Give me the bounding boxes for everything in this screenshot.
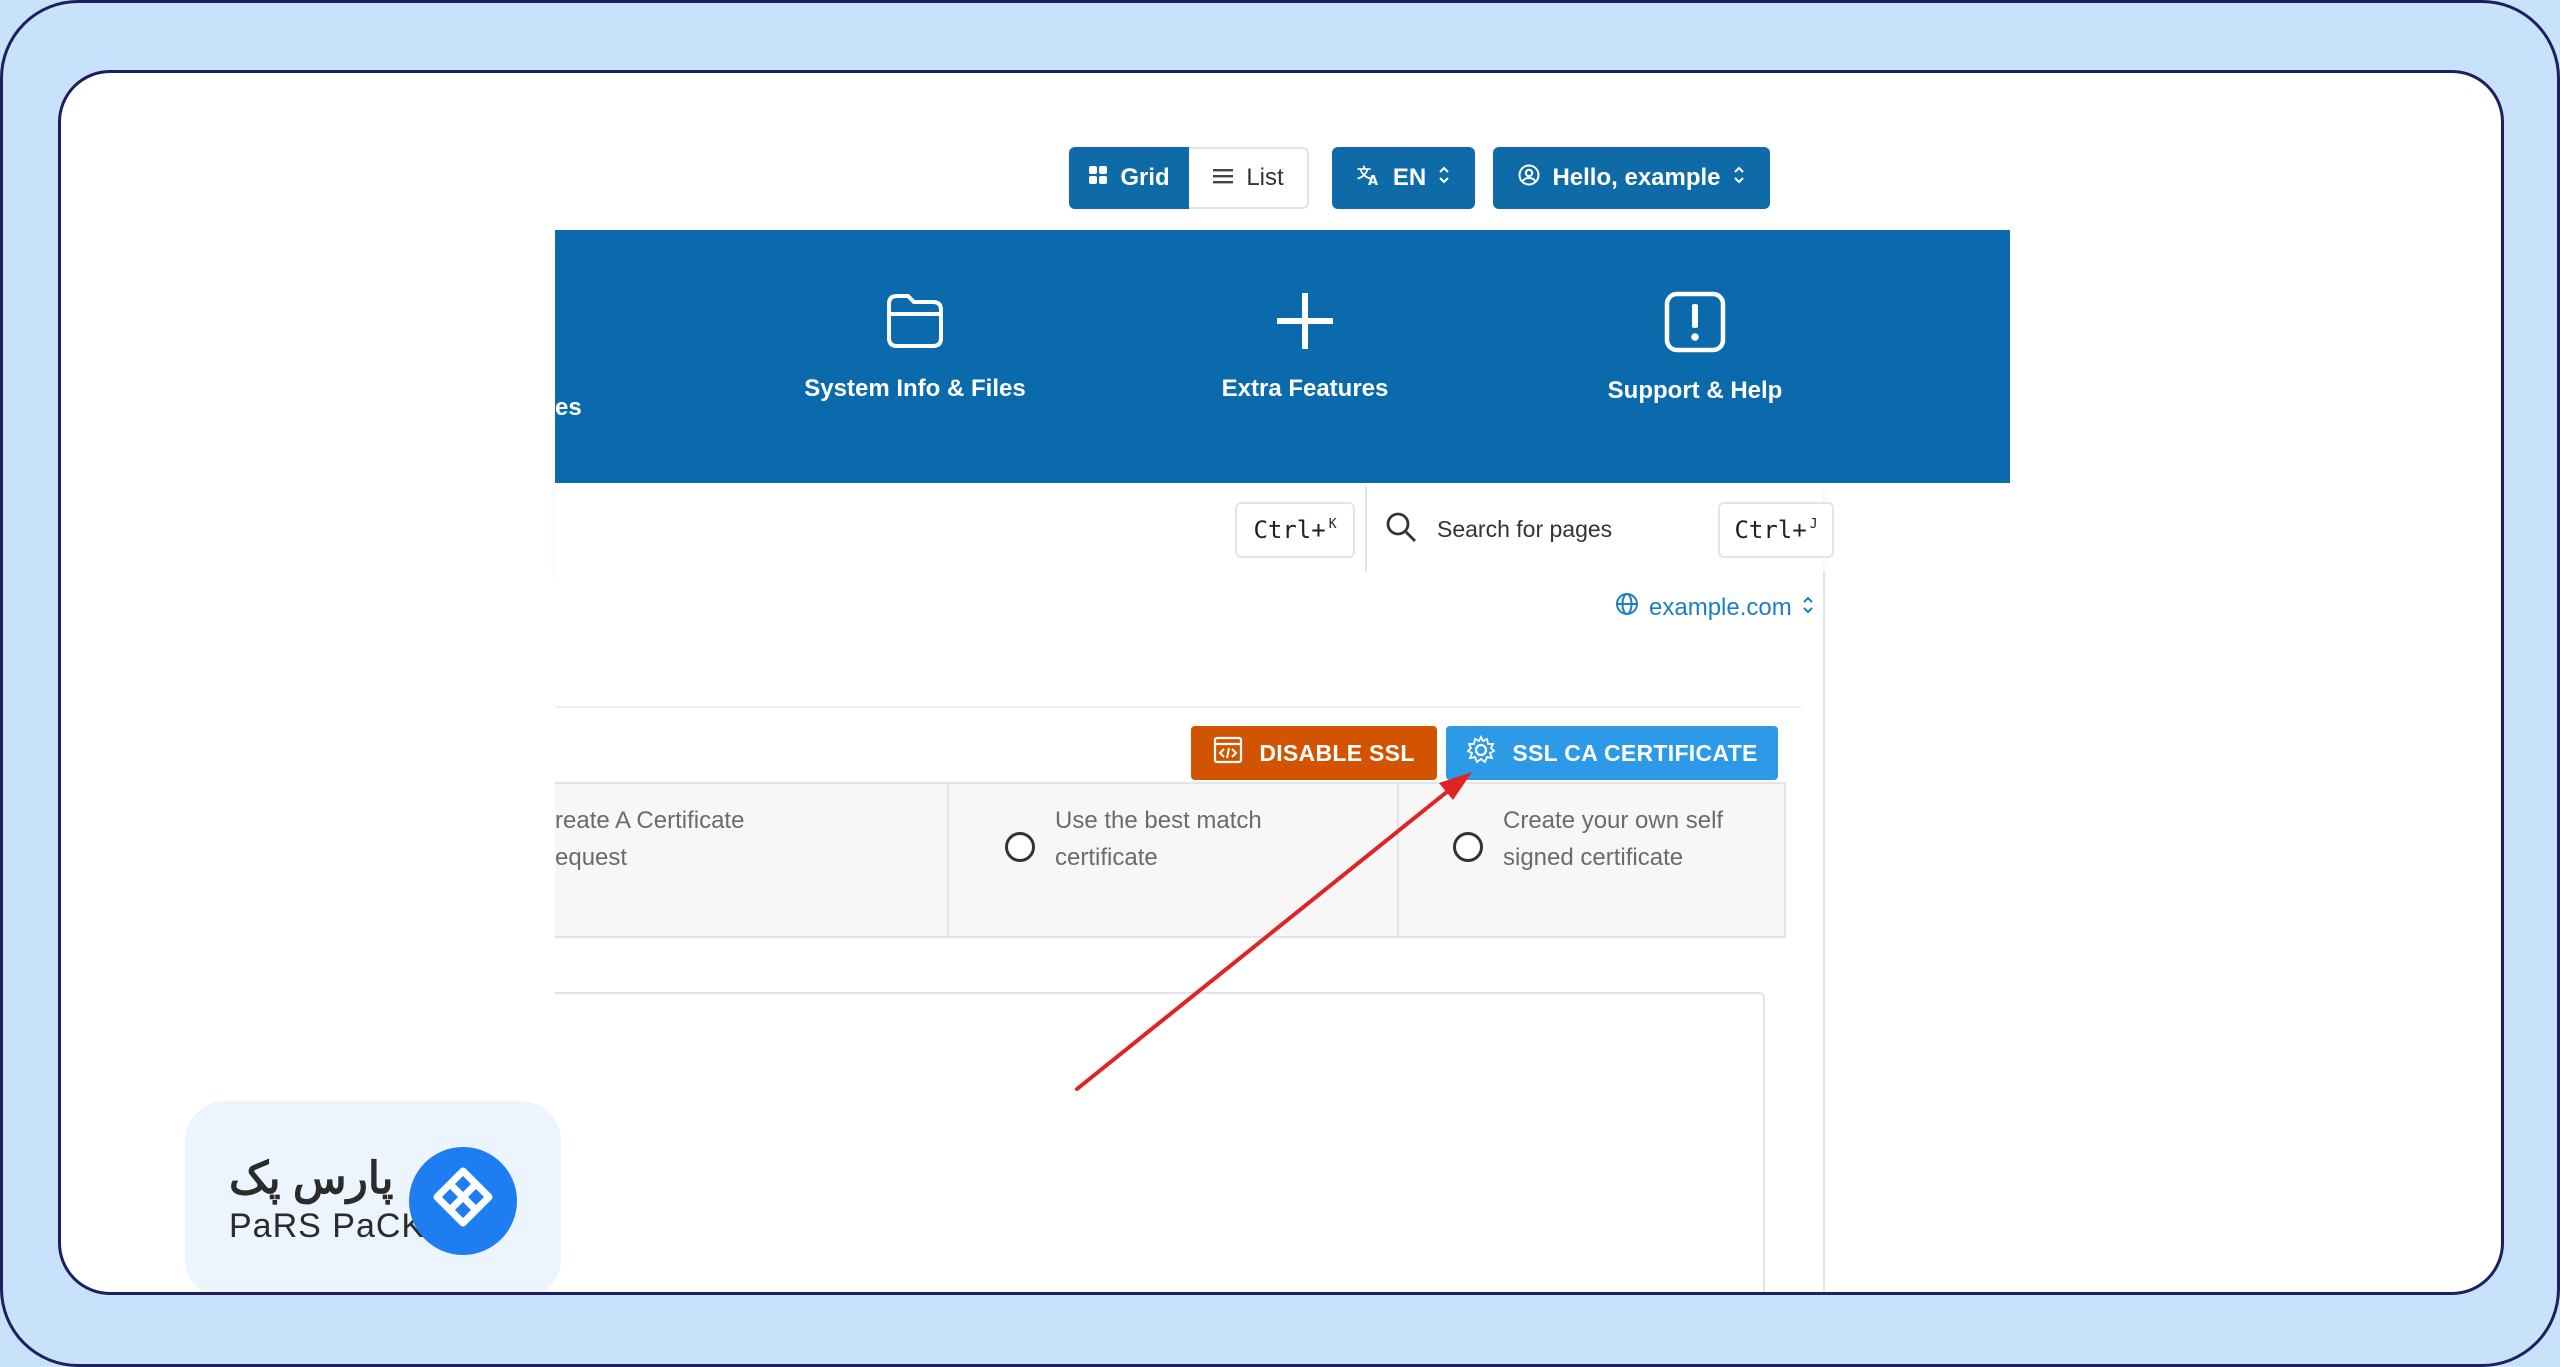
logo-text-latin: PaRS PaCK [229, 1207, 426, 1245]
screenshot-card: Grid List 文A EN Hello, example es System… [58, 70, 2504, 1295]
parspack-logo-mark [409, 1147, 517, 1255]
logo-text-persian: پارس پک [229, 1154, 394, 1203]
parspack-logo-card: پارس پک PaRS PaCK [185, 1101, 561, 1292]
